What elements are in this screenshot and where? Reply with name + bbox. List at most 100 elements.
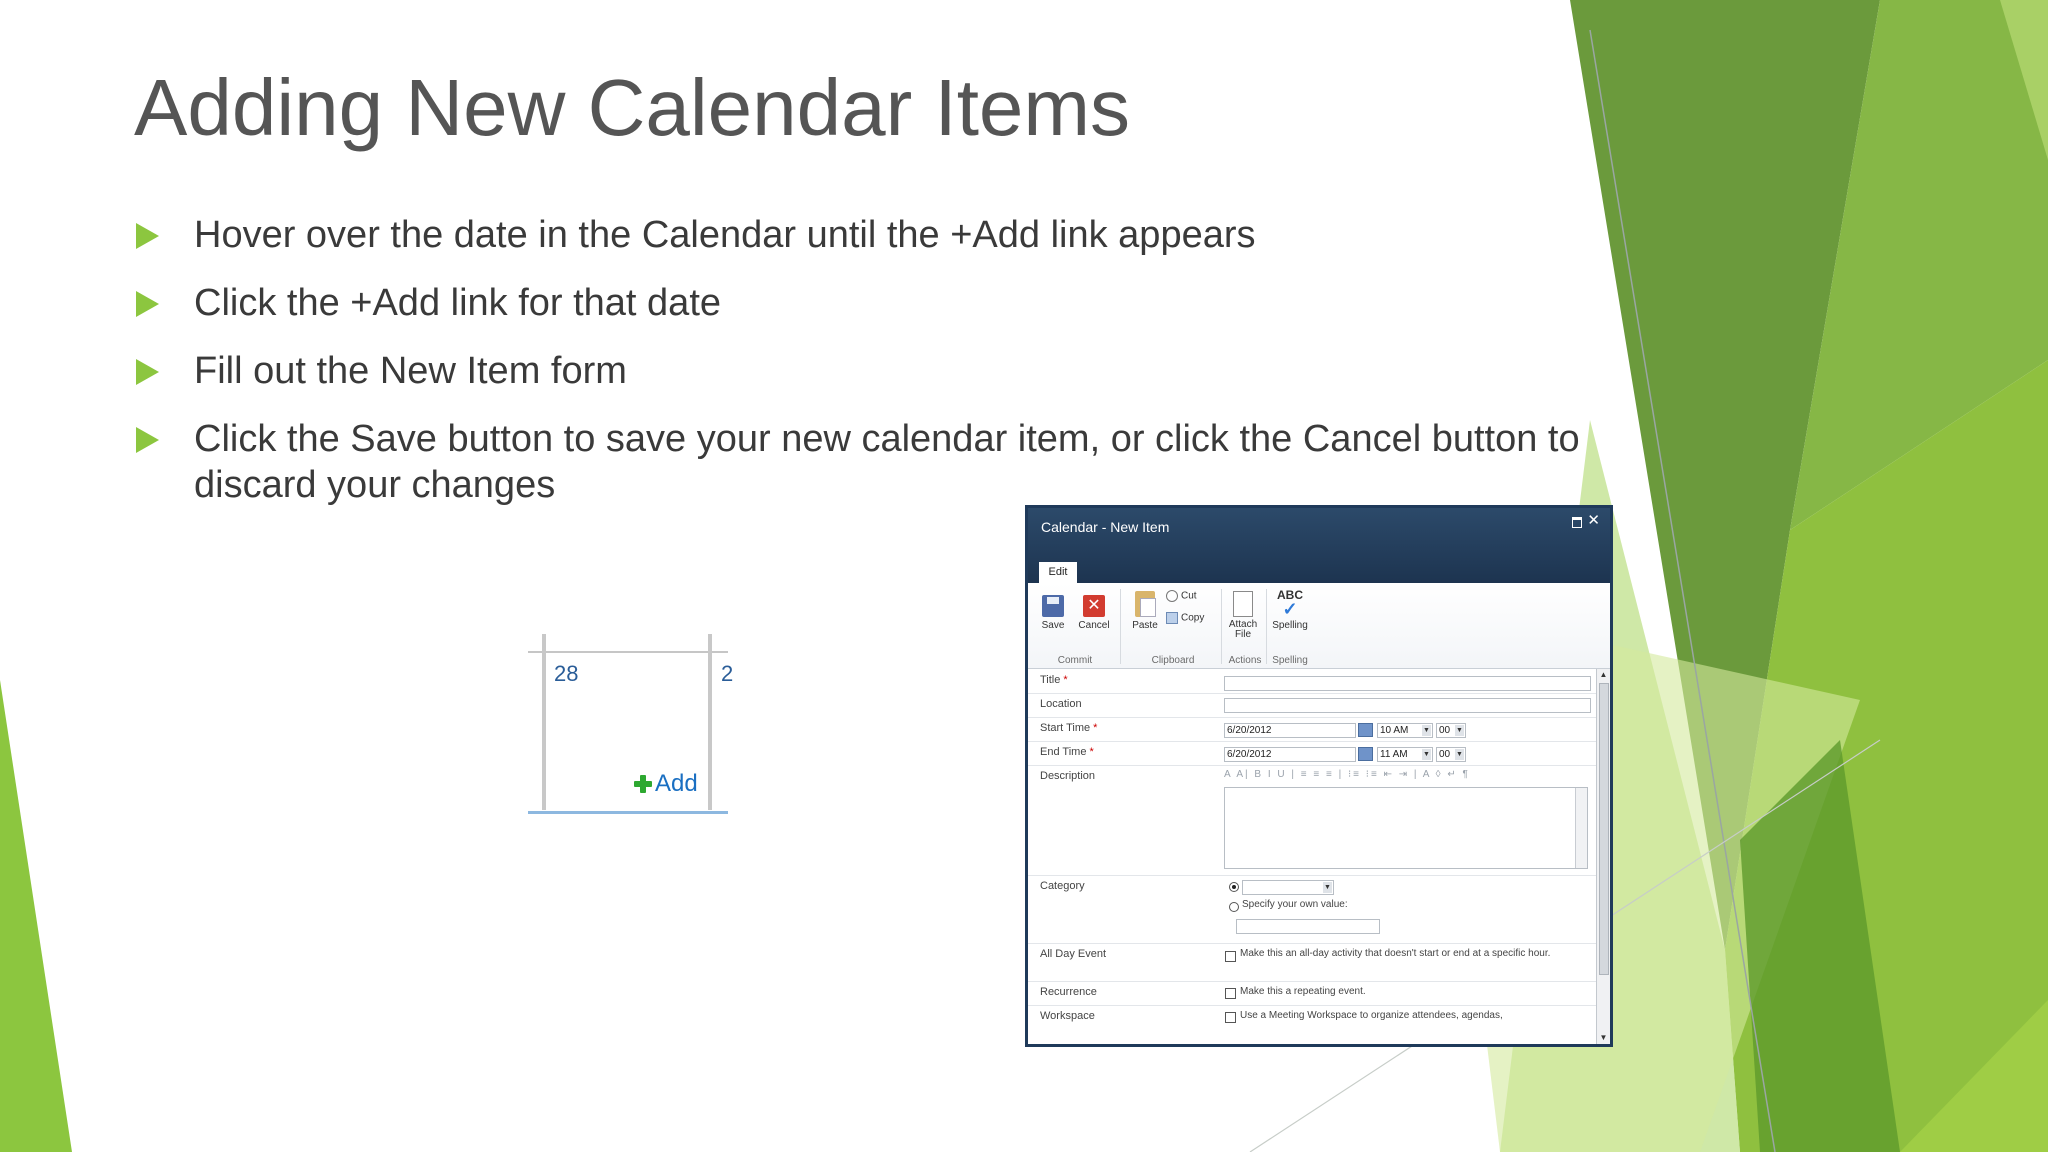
paste-label: Paste [1132,620,1158,631]
start-time-label: Start Time * [1040,722,1098,734]
add-item-link[interactable]: Add [634,770,698,798]
scroll-down-icon[interactable]: ▼ [1597,1032,1610,1044]
form-row-title: Title * [1028,669,1596,694]
category-label: Category [1040,880,1085,892]
category-custom-label: Specify your own value: [1242,899,1348,910]
bullet-text: Hover over the date in the Calendar unti… [194,214,1256,256]
end-minute-select[interactable]: 00 ▼ [1436,747,1466,762]
plus-icon [634,775,652,793]
decorative-background [0,0,2048,1152]
slide-title: Adding New Calendar Items [134,63,1131,152]
cell-bottom-border [528,811,728,814]
copy-label: Copy [1181,612,1205,624]
chevron-down-icon: ▼ [1422,749,1431,760]
bullet-text: Click the +Add link for that date [194,282,722,324]
location-label: Location [1040,698,1082,710]
title-input[interactable] [1224,676,1591,691]
group-separator [1221,589,1222,664]
save-button[interactable]: Save [1038,595,1068,631]
tab-edit[interactable]: Edit [1039,562,1077,583]
group-separator [1120,589,1121,664]
location-input[interactable] [1224,698,1591,713]
cancel-icon: ✕ [1083,595,1105,617]
scrollbar-thumb[interactable] [1599,683,1609,975]
calendar-picker-icon[interactable] [1358,747,1373,761]
checkmark-icon: ✓ [1282,599,1298,619]
bullet-list: Hover over the date in the Calendar unti… [136,212,1606,530]
maximize-icon[interactable] [1572,517,1582,528]
end-hour-select[interactable]: 11 AM ▼ [1377,747,1433,762]
cancel-label: Cancel [1078,620,1110,631]
end-time-label: End Time * [1040,746,1094,758]
copy-button[interactable]: Copy [1166,612,1216,624]
title-label: Title * [1040,674,1068,686]
bullet-item: Click the Save button to save your new c… [136,416,1606,508]
bullet-triangle-icon [136,427,159,453]
group-label-clipboard: Clipboard [1151,655,1195,666]
description-editor[interactable] [1224,787,1588,869]
calendar-picker-icon[interactable] [1358,723,1373,737]
cell-top-border [528,651,728,653]
copy-icon [1166,612,1178,624]
category-select[interactable]: ▼ [1242,880,1334,895]
form-row-all-day: All Day Event Make this an all-day activ… [1028,943,1596,982]
group-label-spelling: Spelling [1272,655,1308,666]
recurrence-checkbox[interactable] [1225,988,1236,999]
form-row-recurrence: Recurrence Make this a repeating event. [1028,981,1596,1006]
category-custom-input[interactable] [1236,919,1380,934]
day-number: 28 [554,661,579,686]
description-label: Description [1040,770,1096,782]
recurrence-label: Recurrence [1040,986,1097,998]
form-row-workspace: Workspace Use a Meeting Workspace to org… [1028,1005,1596,1029]
next-day-number: 2 [721,661,734,686]
category-radio-custom[interactable] [1229,902,1239,912]
bullet-item: Hover over the date in the Calendar unti… [136,212,1606,258]
form-row-location: Location [1028,693,1596,718]
bullet-triangle-icon [136,359,159,385]
paste-button[interactable]: Paste [1128,591,1162,631]
paste-icon [1135,591,1156,617]
spelling-icon: ABC ✓ [1270,589,1310,619]
cut-button[interactable]: Cut [1166,590,1210,602]
form-scrollbar[interactable]: ▲ ▼ [1596,669,1610,1044]
cut-label: Cut [1181,590,1197,602]
ribbon: Save ✕ Cancel Paste Cut Copy Attach File… [1028,583,1610,669]
close-icon[interactable]: ✕ [1587,511,1600,529]
start-hour-select[interactable]: 10 AM ▼ [1377,723,1433,738]
form-row-start-time: Start Time * 6/20/2012 10 AM ▼ 00 ▼ [1028,717,1596,742]
new-item-dialog: Calendar - New Item ✕ Edit Save ✕ Cancel… [1025,505,1613,1047]
group-separator [1266,589,1267,664]
workspace-text: Use a Meeting Workspace to organize atte… [1240,1010,1503,1021]
bullet-triangle-icon [136,223,159,249]
new-item-form: Title * Location Start Time * 6/20/2012 10… [1028,669,1596,1044]
editor-scrollbar[interactable] [1575,788,1587,868]
scroll-up-icon[interactable]: ▲ [1597,669,1610,681]
bullet-triangle-icon [136,291,159,317]
all-day-text: Make this an all-day activity that doesn… [1240,948,1551,959]
start-date-input[interactable]: 6/20/2012 [1224,723,1356,738]
cell-right-border [708,634,712,810]
cell-left-border [542,634,546,810]
start-minute-select[interactable]: 00 ▼ [1436,723,1466,738]
dialog-header: Calendar - New Item ✕ Edit [1028,508,1610,583]
save-label: Save [1041,620,1065,631]
attach-file-button[interactable]: Attach File [1224,591,1262,640]
chevron-down-icon: ▼ [1455,725,1464,736]
end-date-input[interactable]: 6/20/2012 [1224,747,1356,762]
bullet-text: Fill out the New Item form [194,350,627,392]
recurrence-text: Make this a repeating event. [1240,986,1366,997]
cancel-button[interactable]: ✕ Cancel [1076,595,1112,631]
chevron-down-icon: ▼ [1323,882,1332,893]
add-link-label: Add [655,770,698,797]
calendar-day-cell[interactable]: 28 2 Add [528,634,733,814]
form-row-category: Category ▼ Specify your own value: [1028,875,1596,944]
chevron-down-icon: ▼ [1455,749,1464,760]
spelling-label: Spelling [1272,620,1308,631]
bullet-item: Fill out the New Item form [136,348,1606,394]
workspace-checkbox[interactable] [1225,1012,1236,1023]
category-radio-select[interactable] [1229,882,1239,892]
spelling-button[interactable]: ABC ✓ Spelling [1270,589,1310,631]
attach-file-label: Attach File [1228,619,1258,640]
rich-text-toolbar[interactable]: A A| B I U | ≡ ≡ ≡ | ⁝≡ ⁝≡ ⇤ ⇥ | A ◊ ↵ ¶ [1224,769,1588,784]
group-label-commit: Commit [1057,655,1093,666]
